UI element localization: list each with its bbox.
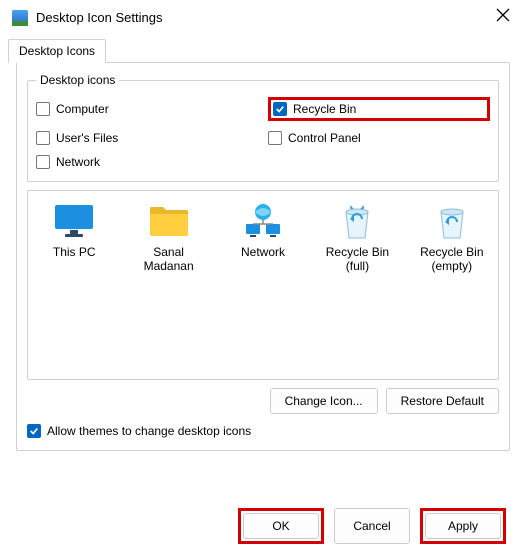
titlebar: Desktop Icon Settings xyxy=(0,0,526,35)
checkbox-box xyxy=(36,131,50,145)
icon-preview-list[interactable]: This PC Sanal Madanan Network Recycle Bi… xyxy=(27,190,499,380)
folder-icon xyxy=(145,201,193,241)
icon-this-pc[interactable]: This PC xyxy=(38,201,110,259)
tab-panel: Desktop icons Computer Recycle Bin User'… xyxy=(16,62,510,451)
cancel-button[interactable]: Cancel xyxy=(334,508,410,544)
monitor-icon xyxy=(50,201,98,241)
icon-label: Network xyxy=(227,245,299,259)
icon-network[interactable]: Network xyxy=(227,201,299,259)
checkbox-label: Control Panel xyxy=(288,131,361,145)
checkbox-recycle-bin[interactable]: Recycle Bin xyxy=(273,102,481,116)
checkbox-control-panel[interactable]: Control Panel xyxy=(268,131,490,145)
checkbox-box xyxy=(273,102,287,116)
highlight-recycle-bin: Recycle Bin xyxy=(268,97,490,121)
highlight-apply: Apply xyxy=(420,508,506,544)
icon-label: Recycle Bin (full) xyxy=(321,245,393,274)
checkbox-users-files[interactable]: User's Files xyxy=(36,131,258,145)
tab-desktop-icons[interactable]: Desktop Icons xyxy=(8,39,106,63)
network-icon xyxy=(239,201,287,241)
window-title: Desktop Icon Settings xyxy=(36,10,162,25)
restore-default-button[interactable]: Restore Default xyxy=(386,388,499,414)
checkbox-label: Recycle Bin xyxy=(293,102,356,116)
icon-label: This PC xyxy=(38,245,110,259)
highlight-ok: OK xyxy=(238,508,324,544)
checkbox-label: Allow themes to change desktop icons xyxy=(47,424,251,438)
checkbox-computer[interactable]: Computer xyxy=(36,97,258,121)
recycle-bin-empty-icon xyxy=(428,201,476,241)
close-icon[interactable] xyxy=(492,8,514,27)
fieldset-legend: Desktop icons xyxy=(36,73,119,87)
dialog-button-bar: OK Cancel Apply xyxy=(0,508,526,544)
checkbox-box xyxy=(36,102,50,116)
icon-user-folder[interactable]: Sanal Madanan xyxy=(132,201,204,274)
checkbox-box xyxy=(27,424,41,438)
checkbox-network[interactable]: Network xyxy=(36,155,258,169)
change-icon-button[interactable]: Change Icon... xyxy=(270,388,378,414)
icon-label: Sanal Madanan xyxy=(132,245,204,274)
checkbox-label: Computer xyxy=(56,102,109,116)
icon-recycle-full[interactable]: Recycle Bin (full) xyxy=(321,201,393,274)
icon-label: Recycle Bin (empty) xyxy=(416,245,488,274)
app-icon xyxy=(12,10,28,26)
checkbox-box xyxy=(268,131,282,145)
checkbox-label: Network xyxy=(56,155,100,169)
recycle-bin-full-icon xyxy=(333,201,381,241)
checkbox-label: User's Files xyxy=(56,131,118,145)
apply-button[interactable]: Apply xyxy=(425,513,501,539)
desktop-icons-fieldset: Desktop icons Computer Recycle Bin User'… xyxy=(27,73,499,182)
icon-recycle-empty[interactable]: Recycle Bin (empty) xyxy=(416,201,488,274)
ok-button[interactable]: OK xyxy=(243,513,319,539)
checkbox-box xyxy=(36,155,50,169)
checkbox-allow-themes[interactable]: Allow themes to change desktop icons xyxy=(27,422,499,440)
